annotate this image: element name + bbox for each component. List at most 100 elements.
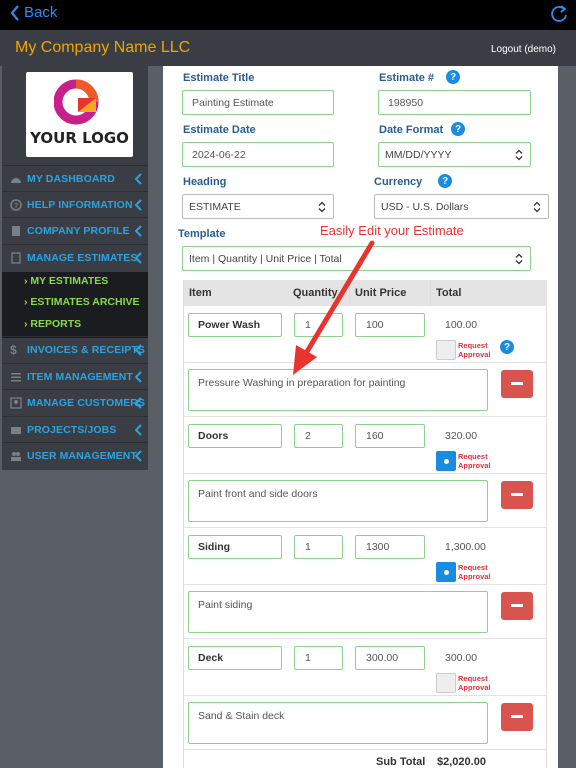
chevron-updown-icon <box>318 201 326 212</box>
column-header-item: Item <box>189 287 212 299</box>
sidebar-item-label: PROJECTS/JOBS <box>27 423 117 436</box>
row-divider <box>183 638 546 639</box>
back-button[interactable]: Back <box>10 4 57 21</box>
row-divider <box>183 749 546 750</box>
unit-price-input[interactable]: 300.00 <box>355 646 425 670</box>
date-format-select[interactable]: MM/DD/YYYY <box>378 142 531 167</box>
submenu-item-estimates-archive[interactable]: › ESTIMATES ARCHIVE <box>24 296 140 308</box>
list-icon <box>11 372 21 381</box>
unit-price-input[interactable]: 1300 <box>355 535 425 559</box>
back-label: Back <box>24 4 58 21</box>
help-icon[interactable]: ? <box>451 122 465 136</box>
sidebar-item-manage-customers[interactable]: MANAGE CUSTOMERS <box>2 389 148 415</box>
item-name-input[interactable]: Doors <box>188 424 282 448</box>
request-approval-checkbox[interactable] <box>436 451 456 471</box>
quantity-input[interactable]: 1 <box>294 535 343 559</box>
submenu-item-reports[interactable]: › REPORTS <box>24 318 81 330</box>
chevron-left-icon <box>135 225 142 237</box>
template-label: Template <box>178 228 226 240</box>
annotation-text: Easily Edit your Estimate <box>320 223 464 238</box>
refresh-icon[interactable] <box>550 5 568 23</box>
chevron-left-icon <box>135 199 142 211</box>
chevron-left-icon <box>10 4 19 21</box>
currency-value: USD - U.S. Dollars <box>381 200 469 213</box>
chevron-left-icon <box>135 173 142 185</box>
sidebar-item-help[interactable]: ? HELP INFORMATION <box>2 191 148 217</box>
sidebar-item-item-management[interactable]: ITEM MANAGEMENT <box>2 363 148 389</box>
row-divider <box>183 695 546 696</box>
item-description-input[interactable]: Paint front and side doors <box>188 480 488 522</box>
delete-item-button[interactable] <box>501 481 533 509</box>
delete-item-button[interactable] <box>501 370 533 398</box>
estimate-date-label: Estimate Date <box>183 124 256 136</box>
chevron-left-icon <box>135 252 142 264</box>
unit-price-input[interactable]: 100 <box>355 313 425 337</box>
chevron-left-icon <box>135 344 142 356</box>
item-name-input[interactable]: Siding <box>188 535 282 559</box>
chevron-left-icon <box>135 424 142 436</box>
sidebar-item-label: MANAGE ESTIMATES <box>27 251 138 264</box>
help-icon[interactable]: ? <box>446 70 460 84</box>
submenu-item-my-estimates[interactable]: › MY ESTIMATES <box>24 275 108 287</box>
chevron-updown-icon <box>515 253 523 264</box>
help-icon[interactable]: ? <box>438 174 452 188</box>
item-description-input[interactable]: Paint siding <box>188 591 488 633</box>
logo-mark-icon <box>54 79 99 125</box>
items-table-header: Item Quantity Unit Price Total <box>183 280 546 306</box>
item-description-input[interactable]: Sand & Stain deck <box>188 702 488 744</box>
dollar-icon: $ <box>10 342 17 357</box>
sidebar-item-label: USER MANAGEMENT <box>27 449 138 462</box>
estimate-date-input[interactable]: 2024-06-22 <box>182 142 334 167</box>
request-approval-checkbox[interactable] <box>436 673 456 693</box>
sidebar-item-label: HELP INFORMATION <box>27 198 133 211</box>
sidebar-item-label: MY DASHBOARD <box>27 172 115 185</box>
line-total: 1,300.00 <box>445 541 486 553</box>
help-icon[interactable]: ? <box>500 340 514 354</box>
sidebar-item-company-profile[interactable]: COMPANY PROFILE <box>2 217 148 243</box>
request-approval-label: Request Approval <box>458 452 491 470</box>
sidebar-item-user-management[interactable]: USER MANAGEMENT <box>2 442 148 468</box>
estimate-title-label: Estimate Title <box>183 72 255 84</box>
estimate-title-input[interactable]: Painting Estimate <box>182 90 334 115</box>
sidebar-item-label: ITEM MANAGEMENT <box>27 370 133 383</box>
svg-text:?: ? <box>14 203 18 210</box>
chevron-updown-icon <box>533 201 541 212</box>
estimate-form: Estimate Title Painting Estimate Estimat… <box>163 66 558 768</box>
table-border <box>546 280 547 768</box>
estimate-number-input[interactable]: 198950 <box>378 90 531 115</box>
company-logo: YOUR LOGO <box>26 72 133 157</box>
sidebar-item-label: INVOICES & RECEIPTS <box>27 343 146 356</box>
item-description-input[interactable]: Pressure Washing in preparation for pain… <box>188 369 488 411</box>
table-divider <box>430 280 431 306</box>
quantity-input[interactable]: 2 <box>294 424 343 448</box>
delete-item-button[interactable] <box>501 592 533 620</box>
request-approval-label: Request Approval <box>458 563 491 581</box>
chevron-left-icon <box>135 450 142 462</box>
table-divider <box>349 280 350 306</box>
item-name-input[interactable]: Power Wash <box>188 313 282 337</box>
sidebar-item-projects-jobs[interactable]: PROJECTS/JOBS <box>2 416 148 442</box>
logout-link[interactable]: Logout (demo) <box>491 44 556 55</box>
subtotal-value: $2,020.00 <box>437 756 486 768</box>
item-name-input[interactable]: Deck <box>188 646 282 670</box>
column-header-unit-price: Unit Price <box>355 287 407 299</box>
quantity-input[interactable]: 1 <box>294 646 343 670</box>
request-approval-checkbox[interactable] <box>436 340 456 360</box>
delete-item-button[interactable] <box>501 703 533 731</box>
currency-select[interactable]: USD - U.S. Dollars <box>374 194 549 219</box>
quantity-input[interactable]: 1 <box>294 313 343 337</box>
subtotal-label: Sub Total <box>376 756 426 768</box>
users-icon <box>11 451 21 461</box>
request-approval-checkbox[interactable] <box>436 562 456 582</box>
chevron-updown-icon <box>515 149 523 160</box>
row-divider <box>183 584 546 585</box>
sidebar-item-manage-estimates[interactable]: MANAGE ESTIMATES <box>2 244 148 270</box>
heading-label: Heading <box>183 176 227 188</box>
sidebar-item-dashboard[interactable]: MY DASHBOARD <box>2 165 148 191</box>
heading-select[interactable]: ESTIMATE <box>182 194 334 219</box>
unit-price-input[interactable]: 160 <box>355 424 425 448</box>
estimate-number-label: Estimate # <box>379 72 435 84</box>
row-divider <box>183 362 546 363</box>
template-select[interactable]: Item | Quantity | Unit Price | Total <box>182 246 531 271</box>
sidebar-item-invoices[interactable]: $ INVOICES & RECEIPTS <box>2 336 148 362</box>
